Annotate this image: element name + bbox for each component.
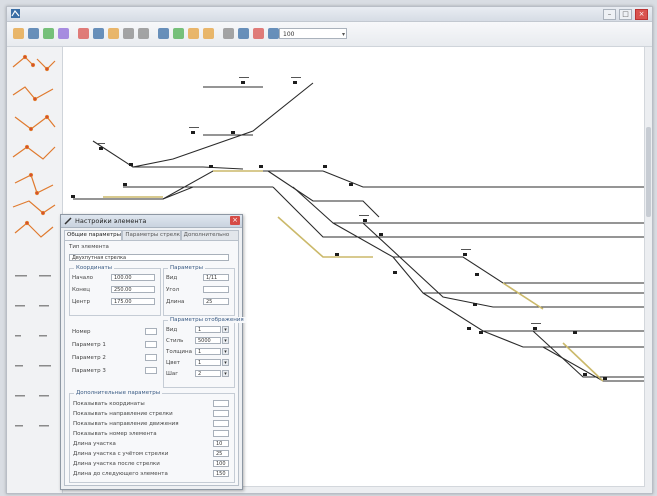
extra-param-input[interactable] [213,420,229,427]
display-label-1: Стиль [166,338,184,344]
layers-icon[interactable] [238,28,249,39]
tab-general[interactable]: Общие параметры [64,230,123,240]
spin-icon[interactable]: ▾ [222,337,229,344]
settings-icon[interactable] [253,28,264,39]
dialog-title: Настройки элемента [75,217,147,225]
extra-param-label: Показывать направление движения [73,421,179,427]
open-icon[interactable] [28,28,39,39]
coord-label-2: Центр [72,299,90,305]
display-label-4: Шаг [166,371,179,377]
extra-param-label: Длина участка с учётом стрелки [73,451,169,457]
display-label-3: Цвет [166,360,181,366]
left-label-0: Номер [72,329,91,335]
redo-icon[interactable] [138,28,149,39]
left-input-3[interactable] [145,367,157,374]
spin-icon[interactable]: ▾ [222,348,229,355]
coord-label-0: Начало [72,275,94,281]
coords-group-title: Координаты [74,265,115,271]
display-input-2[interactable]: 1 [195,348,221,355]
display-label-0: Вид [166,327,178,333]
extra-param-input[interactable] [213,410,229,417]
display-input-3[interactable]: 1 [195,359,221,366]
close-button[interactable]: × [635,9,648,20]
extra-param-input[interactable] [213,400,229,407]
vertical-scrollbar[interactable] [644,47,652,493]
app-logo-icon [11,9,20,18]
dialog-icon [64,217,72,225]
coord-label-1: Конец [72,287,90,293]
coord-input-1[interactable]: 250.00 [111,286,155,293]
scroll-thumb[interactable] [646,127,651,217]
param-input-1[interactable] [203,286,229,293]
param-label-0: Вид [166,275,178,281]
dialog-body: Тип элемента Двухпутная стрелка Координа… [64,240,246,486]
zoom-select[interactable]: 100 ▾ [279,28,347,39]
param-label-2: Длина [166,299,185,305]
save-icon[interactable] [43,28,54,39]
toolbar: 100 ▾ [7,22,652,47]
extra-param-input[interactable]: 100 [213,460,229,467]
select-icon[interactable] [158,28,169,39]
dialog-title-bar: Настройки элемента × [61,215,242,228]
element-palette [7,47,63,493]
extra-param-label: Длина участка после стрелки [73,461,160,467]
palette-items[interactable] [7,47,62,493]
display-input-1[interactable]: 5000 [195,337,221,344]
grid-icon[interactable] [223,28,234,39]
extra-param-input[interactable]: 25 [213,450,229,457]
element-type-select[interactable]: Двухпутная стрелка [69,254,229,261]
zoom-value: 100 [283,31,295,38]
spin-icon[interactable]: ▾ [222,326,229,333]
left-label-3: Параметр 3 [72,368,106,374]
maximize-button[interactable]: □ [619,9,632,20]
zoom-out-icon[interactable] [203,28,214,39]
dialog-tabs: Общие параметры Параметры стрелки Дополн… [64,230,239,240]
coord-input-0[interactable]: 100.00 [111,274,155,281]
left-input-2[interactable] [145,354,157,361]
extra-param-label: Показывать координаты [73,401,145,407]
dialog-close-button[interactable]: × [230,216,240,225]
display-label-2: Толщина [166,349,192,355]
element-properties-dialog: Настройки элемента × Общие параметры Пар… [60,214,246,490]
extra-param-input[interactable]: 10 [213,440,229,447]
left-label-1: Параметр 1 [72,342,106,348]
display-input-4[interactable]: 2 [195,370,221,377]
param-input-0[interactable]: 1/11 [203,274,229,281]
param-label-1: Угол [166,287,180,293]
display-input-0[interactable]: 1 [195,326,221,333]
tab-advanced[interactable]: Дополнительно [180,230,239,240]
extra-param-label: Показывать номер элемента [73,431,157,437]
spin-icon[interactable]: ▾ [222,370,229,377]
tab-switch-params[interactable]: Параметры стрелки [122,230,181,240]
left-input-1[interactable] [145,341,157,348]
undo-icon[interactable] [123,28,134,39]
display-group-title: Параметры отображения [168,317,246,323]
element-type-label: Тип элемента [69,244,109,250]
left-input-0[interactable] [145,328,157,335]
help-icon[interactable] [268,28,279,39]
paste-icon[interactable] [108,28,119,39]
extra-param-label: Длина участка [73,441,116,447]
new-icon[interactable] [13,28,24,39]
left-label-2: Параметр 2 [72,355,106,361]
zoom-in-icon[interactable] [188,28,199,39]
title-bar: – □ × [7,7,652,22]
copy-icon[interactable] [93,28,104,39]
coord-input-2[interactable]: 175.00 [111,298,155,305]
cut-icon[interactable] [78,28,89,39]
extra-params-group-title: Дополнительные параметры [74,390,163,396]
minimize-button[interactable]: – [603,9,616,20]
extra-param-label: Показывать направление стрелки [73,411,173,417]
params-group-title: Параметры [168,265,205,271]
print-icon[interactable] [58,28,69,39]
spin-icon[interactable]: ▾ [222,359,229,366]
extra-param-input[interactable]: 150 [213,470,229,477]
param-input-2[interactable]: 25 [203,298,229,305]
chevron-down-icon: ▾ [341,31,345,38]
extra-param-input[interactable] [213,430,229,437]
pan-icon[interactable] [173,28,184,39]
extra-param-label: Длина до следующего элемента [73,471,168,477]
